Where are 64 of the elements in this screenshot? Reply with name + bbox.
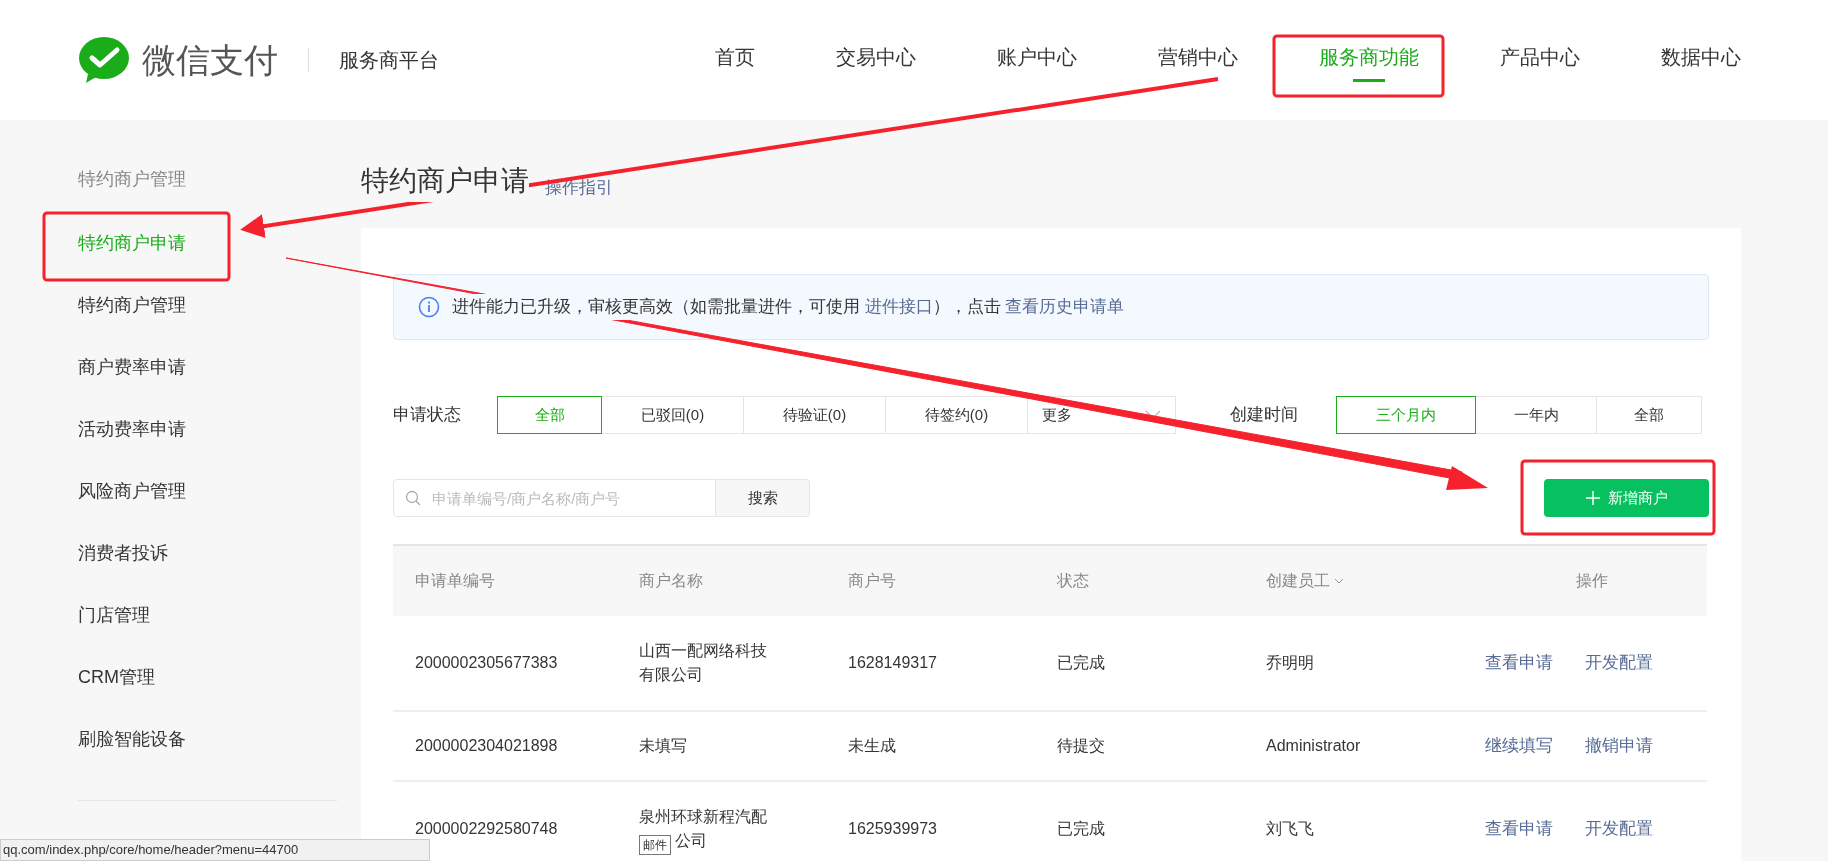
sidebar-item[interactable]: 商户费率申请 [78, 336, 338, 398]
action-link[interactable]: 开发配置 [1585, 816, 1653, 842]
search-icon [405, 490, 421, 506]
table-cell: 2000002305677383 [415, 654, 558, 671]
sidebar-item[interactable]: 特约商户管理 [78, 274, 338, 336]
search-button[interactable]: 搜索 [715, 479, 810, 517]
table-cell-text: 泉州环球新程汽配 [639, 807, 767, 827]
notice-text: 进件能力已升级，审核更高效（如需批量进件，可使用 进件接口），点击 查看历史申请单 [452, 294, 1125, 320]
notice-link[interactable]: 查看历史申请单 [1005, 297, 1125, 317]
column-header: 申请单编号 [415, 571, 495, 591]
table-cell: Administrator [1266, 737, 1361, 754]
table-cell: 刘飞飞 [1266, 820, 1314, 837]
plus-icon [1585, 491, 1600, 505]
sidebar-item[interactable]: CRM管理 [78, 646, 338, 708]
table-cell-text: 山西一配网络科技 [639, 641, 767, 661]
tooltip: 邮件 [639, 835, 671, 855]
time-option[interactable]: 全部 [1596, 396, 1702, 434]
action-link[interactable]: 继续填写 [1485, 733, 1553, 759]
column-header: 操作 [1576, 571, 1608, 591]
table-cell: 2000002304021898 [415, 737, 558, 754]
sidebar-item[interactable]: 刷脸智能设备 [78, 708, 338, 770]
info-icon [418, 296, 440, 318]
table-cell: 2000002292580748 [415, 820, 558, 837]
column-header: 商户名称 [639, 571, 703, 591]
filter-label: 申请状态 [393, 404, 462, 427]
status-option[interactable]: 待验证(0) [743, 396, 886, 434]
table-cell: 待提交 [1057, 737, 1105, 754]
filter-label: 创建时间 [1230, 404, 1299, 427]
search-field[interactable]: 申请单编号/商户名称/商户号 [393, 479, 716, 517]
nav-item[interactable]: 数据中心 [1661, 38, 1741, 82]
logo-text: 微信支付 [142, 39, 278, 81]
nav-item[interactable]: 首页 [715, 38, 755, 82]
sidebar-group-title: 特约商户管理 [78, 168, 187, 191]
table-cell-text: 公司 [675, 831, 707, 851]
table-cell: 已完成 [1057, 654, 1105, 671]
action-link[interactable]: 开发配置 [1585, 650, 1653, 676]
table-cell: 1625939973 [848, 820, 937, 837]
sidebar-item[interactable]: 风险商户管理 [78, 460, 338, 522]
table-cell: 已完成 [1057, 820, 1105, 837]
action-link[interactable]: 查看申请 [1485, 650, 1553, 676]
action-link[interactable]: 查看申请 [1485, 816, 1553, 842]
sidebar-item[interactable]: 消费者投诉 [78, 522, 338, 584]
more-dropdown[interactable]: 更多 [1027, 396, 1176, 434]
table-cell: 乔明明 [1266, 654, 1314, 671]
logo-icon [78, 36, 130, 84]
nav-item[interactable]: 交易中心 [836, 38, 916, 82]
nav-item[interactable]: 营销中心 [1158, 38, 1238, 82]
notice-link[interactable]: 进件接口 [864, 297, 933, 317]
column-header: 商户号 [848, 571, 896, 591]
sidebar-item[interactable]: 活动费率申请 [78, 398, 338, 460]
table-cell: 1628149317 [848, 654, 937, 671]
action-link[interactable]: 撤销申请 [1585, 733, 1653, 759]
nav-item[interactable]: 账户中心 [997, 38, 1077, 82]
table-cell-text: 未填写 [639, 736, 687, 756]
sidebar-item[interactable]: 门店管理 [78, 584, 338, 646]
time-option[interactable]: 一年内 [1475, 396, 1597, 434]
status-option[interactable]: 已驳回(0) [601, 396, 744, 434]
nav-item[interactable]: 产品中心 [1500, 38, 1580, 82]
table-cell: 未生成 [848, 737, 896, 754]
table-cell-text: 有限公司 [639, 665, 703, 685]
caret-down-icon [1334, 577, 1344, 585]
column-header: 状态 [1057, 571, 1089, 591]
status-bar-url: qq.com/index.php/core/home/header?menu=44700 [0, 839, 430, 861]
platform-name: 服务商平台 [339, 48, 439, 73]
